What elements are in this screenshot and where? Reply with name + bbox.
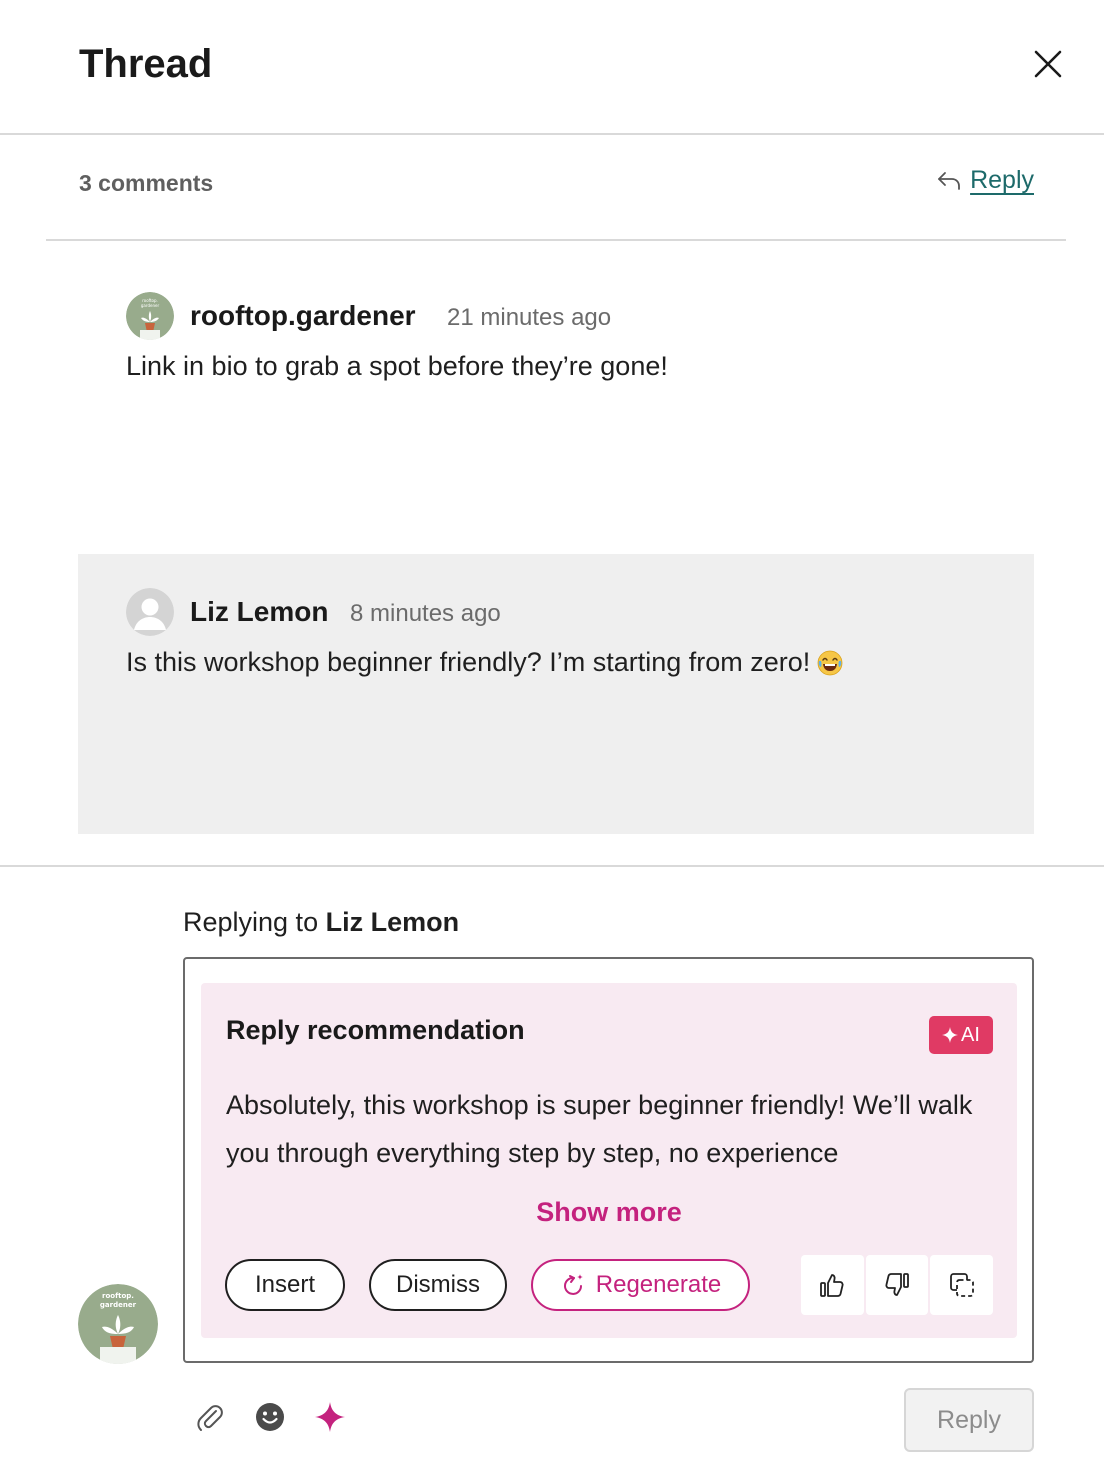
thumbs-down-icon [885,1273,909,1296]
insert-button[interactable]: Insert [225,1259,345,1311]
thumbs-up-button[interactable] [801,1255,864,1315]
reply-link-label[interactable]: Reply [970,166,1034,195]
comment-author[interactable]: Liz Lemon [190,596,328,628]
laughing-tears-emoji-icon [817,650,843,675]
thumbs-down-button[interactable] [865,1255,929,1315]
dismiss-button[interactable]: Dismiss [369,1259,507,1311]
reply-arrow-icon [938,171,960,190]
comment-text: Link in bio to grab a spot before they’r… [126,351,668,381]
regenerate-button[interactable]: Regenerate [531,1259,750,1311]
thumbs-up-icon [820,1274,844,1297]
emoji-button[interactable] [253,1400,287,1434]
copy-button[interactable] [930,1255,994,1315]
ai-badge-label: AI [961,1023,980,1046]
comment-item: rooftop. gardener rooftop.gardener 21 mi… [78,258,1034,528]
recommendation-title: Reply recommendation [226,1015,525,1045]
avatar: rooftop. gardener [126,292,174,340]
show-more-link[interactable]: Show more [201,1197,1017,1228]
compose-toolbar [193,1400,347,1434]
regenerate-icon [563,1274,583,1295]
recommendation-text: Absolutely, this workshop is super begin… [226,1090,973,1168]
default-user-icon [126,588,174,636]
avatar [126,588,174,636]
svg-text:gardener: gardener [141,303,160,308]
thread-header: Thread [0,0,1104,135]
replying-to-prefix: Replying to [183,907,319,937]
comment-timestamp: 8 minutes ago [350,600,501,627]
replying-to-name: Liz Lemon [325,907,460,937]
ai-badge: AI [929,1016,993,1054]
smiley-icon [256,1403,284,1431]
close-button[interactable] [1028,44,1068,84]
copy-icon [949,1273,974,1297]
comment-author[interactable]: rooftop.gardener [190,300,416,332]
thread-summary: 3 comments Reply [46,150,1066,241]
reply-editor[interactable]: Reply recommendation AI Absolutely, this… [183,957,1034,1363]
ai-assist-button[interactable] [313,1400,347,1434]
comment-text: Is this workshop beginner friendly? I’m … [126,647,811,677]
avatar: rooftop. gardener [78,1284,158,1364]
attach-button[interactable] [193,1400,227,1434]
reply-recommendation-card: Reply recommendation AI Absolutely, this… [201,983,1017,1338]
svg-text:gardener: gardener [100,1301,137,1309]
paperclip-icon [197,1405,223,1431]
svg-text:rooftop.: rooftop. [102,1292,134,1300]
comment-count: 3 comments [79,170,214,196]
send-reply-button[interactable]: Reply [904,1388,1034,1452]
replying-to-label: Replying to Liz Lemon [183,907,459,938]
comment-item-selected[interactable]: Liz Lemon 8 minutes ago Is this workshop… [78,554,1034,834]
divider [0,865,1104,867]
comment-body: Is this workshop beginner friendly? I’m … [126,647,844,678]
sparkle-icon [315,1402,345,1432]
comment-timestamp: 21 minutes ago [447,304,612,331]
reply-link[interactable]: Reply [936,166,1034,195]
sparkle-icon [942,1027,959,1043]
page-title: Thread [79,42,213,86]
close-icon [1034,50,1062,78]
regenerate-label: Regenerate [595,1271,722,1298]
feedback-group [801,1255,994,1315]
